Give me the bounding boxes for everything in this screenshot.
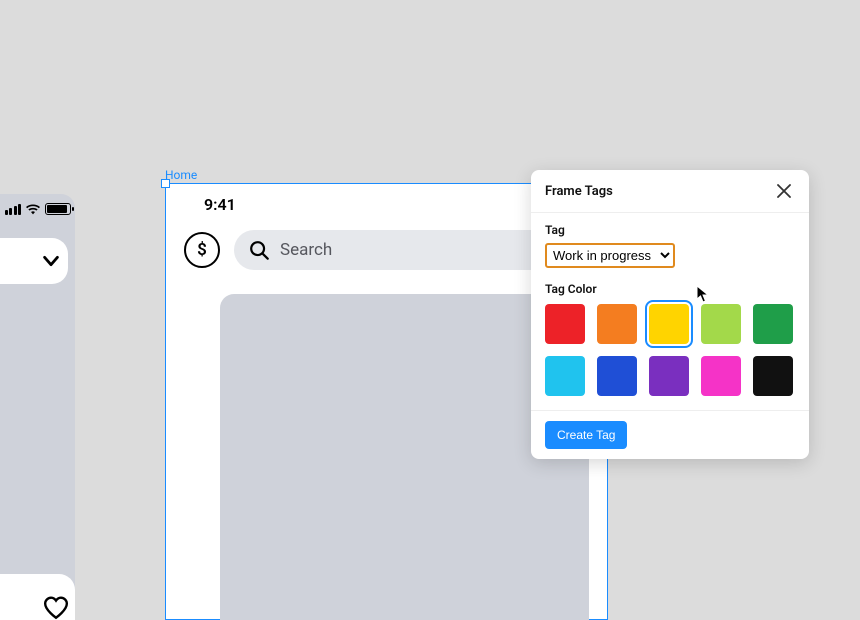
tag-field-label: Tag xyxy=(545,223,795,237)
tag-select[interactable]: Work in progress xyxy=(545,243,675,268)
main-toolbar: $ Search xyxy=(184,230,589,270)
left-top-card xyxy=(0,238,68,284)
search-placeholder: Search xyxy=(280,240,332,260)
left-placeholder xyxy=(0,314,36,544)
battery-icon xyxy=(45,203,71,215)
selection-handle[interactable] xyxy=(161,179,170,188)
color-swatch-cyan[interactable] xyxy=(545,356,585,396)
wifi-icon xyxy=(25,203,41,215)
currency-button[interactable]: $ xyxy=(184,232,220,268)
tag-color-label: Tag Color xyxy=(545,282,795,296)
left-artboard xyxy=(0,194,75,620)
cell-signal-icon xyxy=(5,204,22,215)
status-time: 9:41 xyxy=(204,195,236,214)
color-swatch-magenta[interactable] xyxy=(701,356,741,396)
dollar-icon: $ xyxy=(197,240,207,260)
popover-header: Frame Tags xyxy=(531,170,809,213)
close-icon xyxy=(777,184,791,198)
popover-footer: Create Tag xyxy=(531,410,809,459)
close-button[interactable] xyxy=(773,180,795,202)
color-swatch-grid xyxy=(545,304,795,396)
color-swatch-black[interactable] xyxy=(753,356,793,396)
color-swatch-purple[interactable] xyxy=(649,356,689,396)
popover-title: Frame Tags xyxy=(545,184,613,199)
left-bottom-card xyxy=(0,574,75,620)
heart-icon xyxy=(43,596,69,620)
color-swatch-green[interactable] xyxy=(753,304,793,344)
search-icon xyxy=(248,239,270,261)
color-swatch-lime[interactable] xyxy=(701,304,741,344)
color-swatch-yellow[interactable] xyxy=(649,304,689,344)
color-swatch-blue[interactable] xyxy=(597,356,637,396)
color-swatch-orange[interactable] xyxy=(597,304,637,344)
frame-tags-popover: Frame Tags Tag Work in progress Tag Colo… xyxy=(531,170,809,459)
create-tag-button[interactable]: Create Tag xyxy=(545,421,627,449)
chevron-down-icon xyxy=(40,250,62,272)
popover-body: Tag Work in progress Tag Color xyxy=(531,213,809,410)
left-status-bar xyxy=(0,194,75,224)
color-swatch-red[interactable] xyxy=(545,304,585,344)
left-placeholder xyxy=(46,314,68,544)
